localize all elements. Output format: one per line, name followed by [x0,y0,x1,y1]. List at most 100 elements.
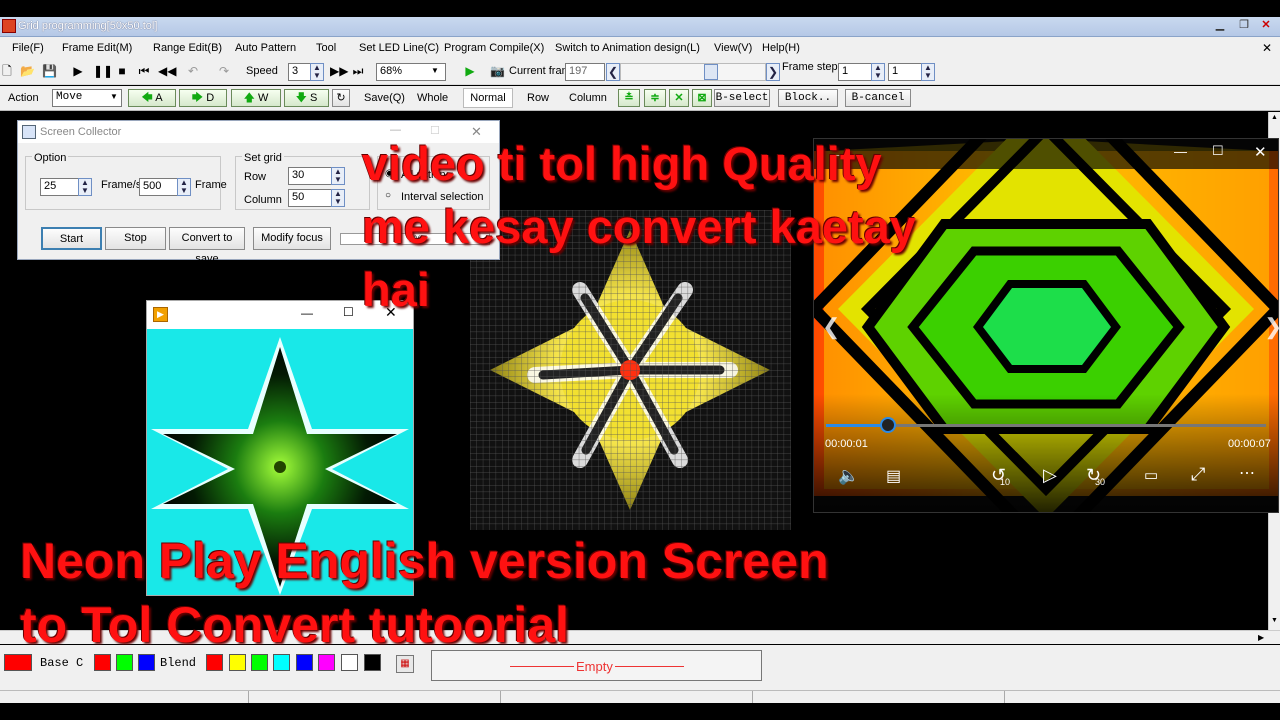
pause-icon[interactable]: ❚❚ [93,64,113,78]
subtitles-icon[interactable]: ▤ [886,466,901,486]
b-cancel-button[interactable]: B-cancel [845,89,911,107]
normal-mode-button[interactable]: Normal [463,88,513,108]
move-right-button[interactable]: 🡆 D [179,89,227,107]
scroll-right-icon[interactable]: ▶ [1258,633,1264,642]
undo-icon[interactable]: ↶ [186,64,200,78]
movie-play-icon[interactable]: ▷ [1043,465,1057,486]
next-chevron-icon[interactable]: ❯ [1264,314,1280,340]
mini-view-icon[interactable]: ▭ [1144,466,1158,484]
blend-swatch-8[interactable] [364,654,381,671]
move-down-button[interactable]: 🡇 S [284,89,329,107]
menu-file[interactable]: File(F) [12,42,44,54]
start-button[interactable]: Start [41,227,102,250]
led-grid-preview[interactable] [470,210,791,530]
minimize-icon[interactable]: ▁ [1212,18,1228,34]
modify-focus-button[interactable]: Modify focus [253,227,331,250]
column-spinner[interactable]: ▲ ▼ [331,189,345,207]
align-middle-button[interactable]: ≑ [644,89,666,107]
frames-spinner[interactable]: ▲ ▼ [177,178,191,196]
action-dropdown-icon[interactable]: ▼ [110,92,118,101]
fps-input[interactable]: 25 [40,178,80,196]
compile-run-icon[interactable]: ▶ [463,64,477,78]
row-input[interactable]: 30 [288,167,333,185]
menu-switch-animation[interactable]: Switch to Animation design(L) [555,42,700,54]
rewind-icon[interactable]: ◀◀ [158,64,176,78]
next-frame-icon[interactable]: ▶▶ [330,64,348,78]
movie-minimize-icon[interactable]: — [1174,144,1187,159]
player-maximize-icon[interactable]: ☐ [343,305,354,319]
menu-range-edit[interactable]: Range Edit(B) [153,42,222,54]
frame-step-input[interactable]: 1 [838,63,872,81]
row-spinner[interactable]: ▲ ▼ [331,167,345,185]
b-select-button[interactable]: B-select [714,89,770,107]
menu-set-led-line[interactable]: Set LED Line(C) [359,42,439,54]
whole-label[interactable]: Whole [417,92,448,104]
menu-view[interactable]: View(V) [714,42,752,54]
menu-frame-edit[interactable]: Frame Edit(M) [62,42,132,54]
blend-swatch-2[interactable] [229,654,246,671]
blend-swatch-5[interactable] [296,654,313,671]
mdi-close-icon[interactable]: ✕ [1262,41,1272,55]
move-up-button[interactable]: 🡅 W [231,89,281,107]
first-frame-icon[interactable]: ⏮ [137,64,151,78]
menu-program-compile[interactable]: Program Compile(X) [444,42,544,54]
move-left-button[interactable]: 🡄 A [128,89,176,107]
fullscreen-icon[interactable]: ⤢ [1191,464,1205,485]
menu-help[interactable]: Help(H) [762,42,800,54]
blend-swatch-1[interactable] [206,654,223,671]
save-label[interactable]: Save(Q) [364,92,405,104]
frame-scroll-right-icon[interactable]: ❯ [766,63,780,81]
maximize-icon[interactable]: ❐ [1236,18,1252,34]
column-mode-label[interactable]: Column [569,92,607,104]
convert-to-save-button[interactable]: Convert to save [169,227,245,265]
align-top-button[interactable]: ≛ [618,89,640,107]
stop-icon[interactable]: ■ [115,64,129,78]
more-options-icon[interactable]: ⋯ [1239,463,1255,483]
blend-swatch-3[interactable] [251,654,268,671]
new-file-icon[interactable]: 🗋 [0,64,14,78]
close-icon[interactable]: ✕ [1258,18,1274,34]
previous-chevron-icon[interactable]: ❮ [822,314,840,340]
camera-icon[interactable]: 📷 [490,64,505,78]
menu-auto-pattern[interactable]: Auto Pattern [235,42,296,54]
rotate-button[interactable]: ↻ [332,89,350,107]
open-folder-icon[interactable]: 📂 [20,64,35,78]
frame-step-spinner-2[interactable]: ▲ ▼ [921,63,935,81]
frame-step-spinner[interactable]: ▲ ▼ [871,63,885,81]
menu-tool[interactable]: Tool [316,42,336,54]
redo-icon[interactable]: ↷ [217,64,231,78]
scroll-down-icon[interactable]: ▼ [1271,617,1278,624]
speed-spinner[interactable]: ▲ ▼ [310,63,324,81]
speed-input[interactable]: 3 [288,63,312,81]
block-button[interactable]: Block.. [778,89,838,107]
blend-swatch-6[interactable] [318,654,335,671]
player-minimize-icon[interactable]: — [301,306,313,320]
movie-close-icon[interactable]: ✕ [1254,143,1267,161]
stop-button[interactable]: Stop [105,227,166,250]
frame-scroll-thumb[interactable] [704,64,718,80]
base-swatch-3[interactable] [138,654,155,671]
scroll-up-icon[interactable]: ▲ [1271,114,1278,121]
frame-scrollbar[interactable] [620,63,766,81]
frame-scroll-left-icon[interactable]: ❮ [606,63,620,81]
save-disk-icon[interactable]: 💾 [42,64,57,78]
palette-editor-icon[interactable]: ▦ [396,655,414,673]
flip-button[interactable]: ✕ [669,89,689,107]
collector-minimize-icon[interactable]: — [390,124,401,136]
column-input[interactable]: 50 [288,189,333,207]
movie-maximize-icon[interactable]: ☐ [1212,143,1224,159]
play-icon[interactable]: ▶ [71,64,85,78]
blend-swatch-7[interactable] [341,654,358,671]
last-frame-icon[interactable]: ⏭ [351,64,365,78]
base-color-swatch[interactable] [4,654,32,671]
frames-input[interactable]: 500 [139,178,179,196]
blend-swatch-4[interactable] [273,654,290,671]
base-swatch-1[interactable] [94,654,111,671]
volume-icon[interactable]: 🔈 [838,466,859,486]
movie-seek-thumb[interactable] [879,417,896,433]
fps-spinner[interactable]: ▲ ▼ [78,178,92,196]
frame-step-input-2[interactable]: 1 [888,63,922,81]
mirror-button[interactable]: ⊠ [692,89,712,107]
row-mode-label[interactable]: Row [527,92,549,104]
base-swatch-2[interactable] [116,654,133,671]
